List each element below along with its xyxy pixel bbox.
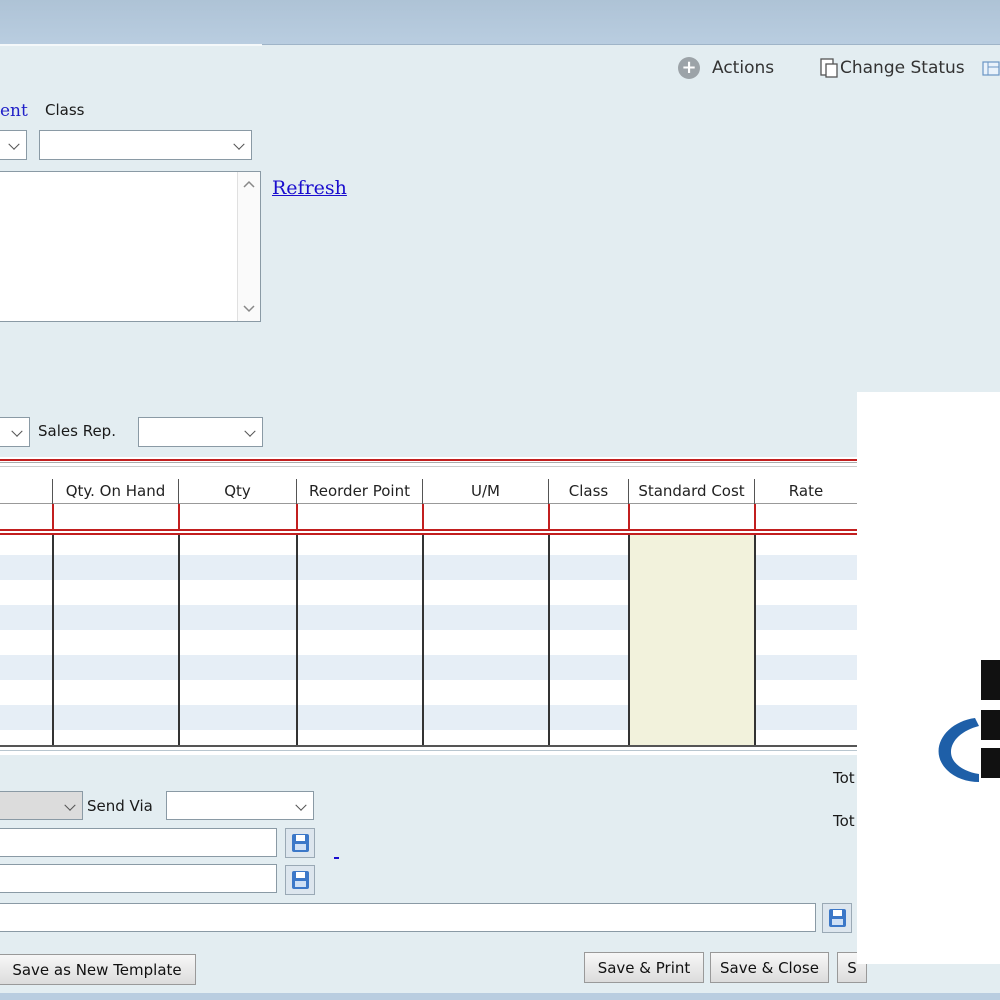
class-combo[interactable] — [39, 130, 252, 160]
message-field[interactable] — [0, 864, 277, 893]
logo-mark — [938, 660, 1000, 782]
grid-divider — [548, 504, 550, 530]
column-header-standard-cost[interactable]: Standard Cost — [629, 479, 755, 504]
chevron-down-icon — [233, 138, 245, 150]
grid-divider — [178, 504, 180, 530]
chevron-down-icon — [244, 425, 256, 437]
notes-field[interactable] — [0, 903, 816, 932]
chevron-down-icon — [64, 799, 76, 811]
layout-icon[interactable] — [982, 60, 1000, 78]
sales-rep-combo[interactable] — [138, 417, 263, 447]
plus-circle-icon: + — [678, 57, 700, 79]
grid-top-divider — [0, 466, 857, 467]
change-status-label: Change Status — [840, 58, 965, 78]
partial-combo[interactable] — [0, 417, 30, 447]
grid-header: Qty. On Hand Qty Reorder Point U/M Class… — [0, 479, 857, 504]
edit-row-red-line — [0, 529, 857, 531]
grid-divider — [422, 504, 424, 530]
grid-divider — [548, 535, 550, 745]
class-label: Class — [45, 101, 85, 119]
grid-divider — [628, 535, 630, 745]
column-header-qty[interactable]: Qty — [179, 479, 297, 504]
chevron-down-icon — [11, 425, 23, 437]
chevron-down-icon — [8, 138, 20, 150]
grid-bottom-divider — [0, 750, 857, 751]
refresh-link[interactable]: Refresh — [272, 177, 347, 199]
edit-row[interactable] — [0, 504, 857, 530]
change-status-button[interactable]: Change Status — [820, 56, 965, 80]
scroll-up-icon[interactable] — [243, 180, 255, 188]
grid-divider — [52, 504, 54, 530]
actions-menu[interactable]: + Actions — [678, 56, 774, 80]
standard-cost-column — [629, 533, 754, 746]
send-via-combo[interactable] — [166, 791, 314, 820]
grid-divider — [296, 504, 298, 530]
link-underline[interactable] — [334, 857, 339, 859]
grid-top-red-line — [0, 459, 857, 461]
document-status-icon — [820, 58, 838, 78]
send-via-label: Send Via — [87, 797, 153, 815]
grid-divider — [754, 504, 756, 530]
department-label-partial[interactable]: ent — [0, 101, 28, 121]
grid-divider — [52, 535, 54, 745]
grid-bottom-border — [0, 745, 857, 747]
grid-divider — [422, 535, 424, 745]
grid-top-divider — [0, 462, 857, 463]
total-label: Tot — [833, 812, 855, 830]
save-icon[interactable] — [285, 828, 315, 858]
column-header-um[interactable]: U/M — [423, 479, 549, 504]
scroll-down-icon[interactable] — [243, 305, 255, 313]
column-header-rate[interactable]: Rate — [755, 479, 857, 504]
save-close-button[interactable]: Save & Close — [710, 952, 829, 983]
header-divider — [0, 44, 262, 46]
column-header-reorder-point[interactable]: Reorder Point — [297, 479, 423, 504]
save-print-button[interactable]: Save & Print — [584, 952, 704, 983]
column-header-qty-on-hand[interactable]: Qty. On Hand — [53, 479, 179, 504]
grid-divider — [296, 535, 298, 745]
window-bottom-border — [0, 993, 1000, 1000]
save-as-new-template-button[interactable]: Save as New Template — [0, 954, 196, 985]
column-header-class[interactable]: Class — [549, 479, 629, 504]
partial-disabled-combo[interactable] — [0, 791, 83, 820]
window-title-bar — [0, 0, 1000, 45]
chevron-down-icon — [295, 799, 307, 811]
grid-divider — [628, 504, 630, 530]
grid-divider — [754, 535, 756, 745]
edit-row-red-line — [0, 533, 857, 535]
save-icon[interactable] — [285, 865, 315, 895]
scrollbar[interactable] — [237, 172, 260, 321]
logo-overlay-panel — [857, 392, 1000, 964]
actions-label: Actions — [712, 58, 775, 78]
memo-field[interactable] — [0, 828, 277, 857]
grid-divider — [178, 535, 180, 745]
column-header-partial[interactable] — [0, 479, 53, 504]
total-label: Tot — [833, 769, 855, 787]
address-textarea[interactable] — [0, 171, 261, 322]
sales-rep-label: Sales Rep. — [38, 422, 116, 440]
department-combo[interactable] — [0, 130, 27, 160]
save-icon[interactable] — [822, 903, 852, 933]
